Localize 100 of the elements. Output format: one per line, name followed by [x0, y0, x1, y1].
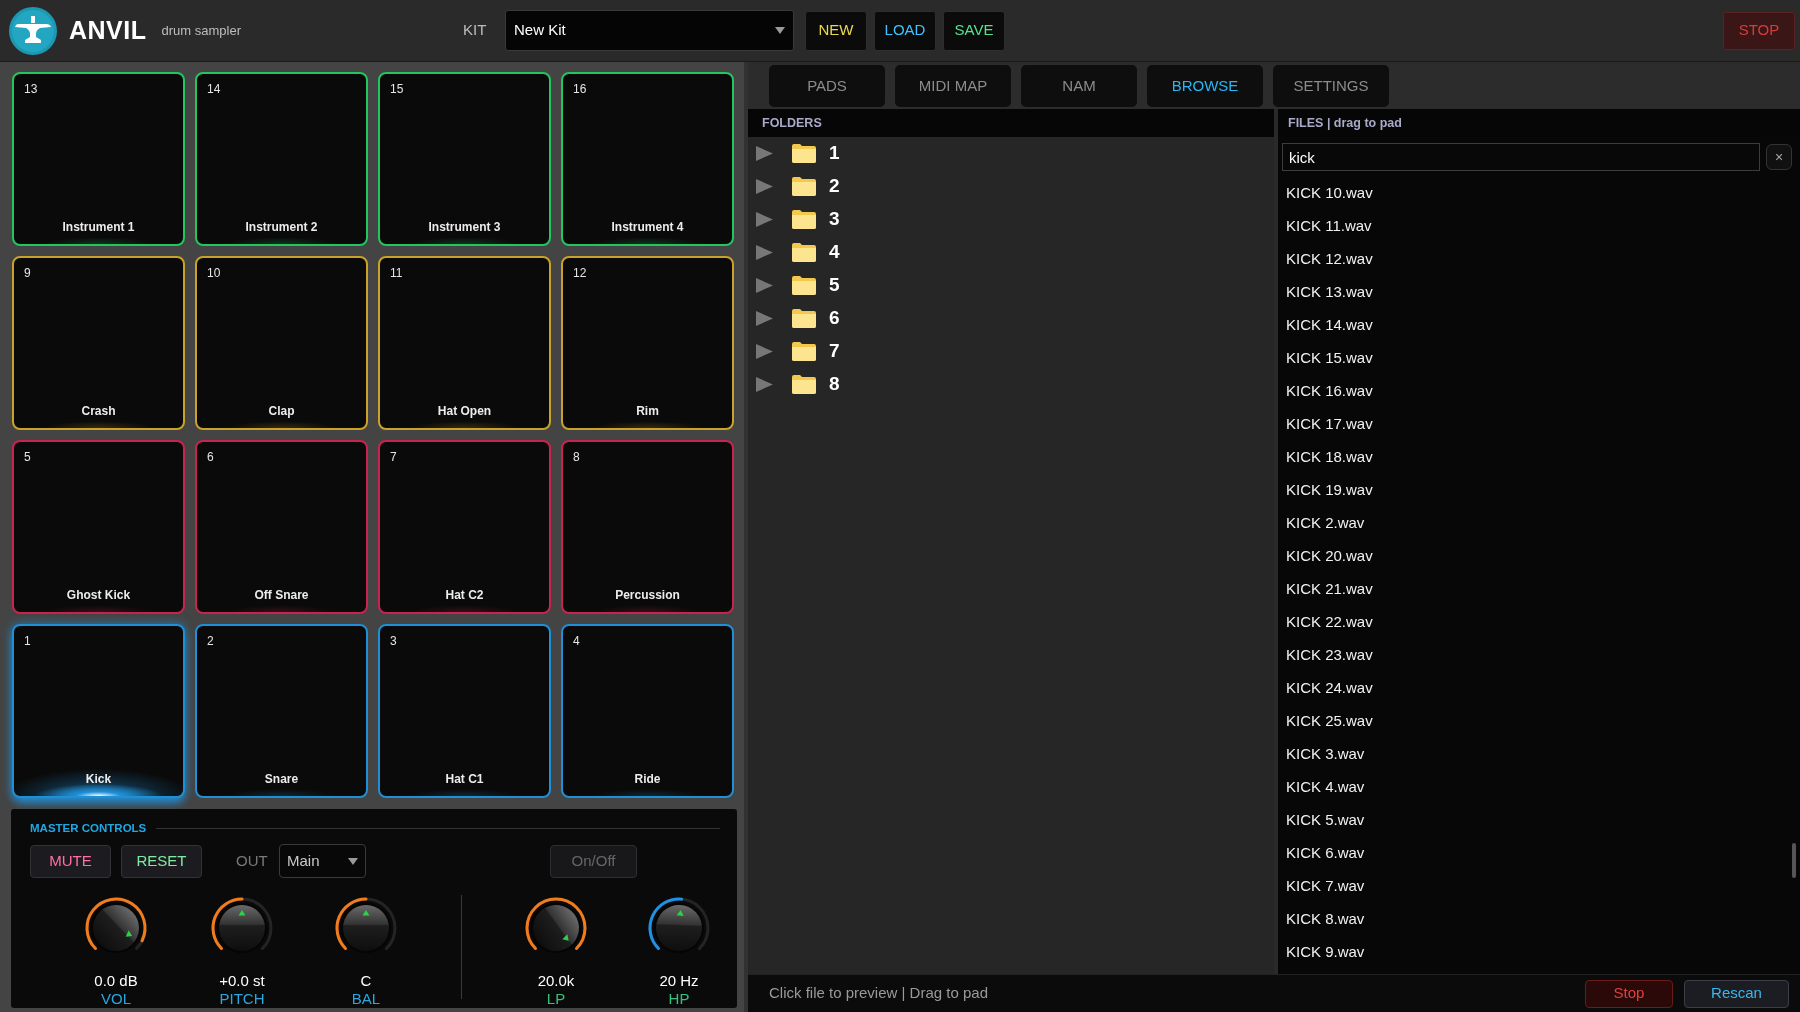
caret-icon[interactable]	[756, 344, 773, 359]
file-item[interactable]: KICK 18.wav	[1286, 446, 1373, 469]
file-item[interactable]: KICK 13.wav	[1286, 281, 1373, 304]
caret-icon[interactable]	[756, 311, 773, 326]
caret-icon[interactable]	[756, 179, 773, 194]
kit-select[interactable]: New Kit	[505, 10, 794, 51]
pad-label: Instrument 2	[245, 220, 318, 234]
drum-pad[interactable]: 14 Instrument 2	[195, 72, 368, 246]
drum-pad[interactable]: 11 Hat Open	[378, 256, 551, 430]
pad-label: Kick	[85, 772, 112, 786]
folder-name[interactable]: 6	[829, 304, 840, 333]
drum-pad[interactable]: 13 Instrument 1	[12, 72, 185, 246]
app-subtitle: drum sampler	[161, 21, 241, 40]
tab[interactable]: SETTINGS	[1273, 65, 1389, 107]
folder-icon	[792, 309, 816, 328]
knob-pointer[interactable]	[238, 910, 246, 916]
folder-name[interactable]: 3	[829, 205, 840, 234]
drum-pad[interactable]: 2 Snare	[195, 624, 368, 798]
knob-pointer[interactable]	[125, 930, 133, 937]
caret-icon	[348, 857, 358, 865]
file-item[interactable]: KICK 23.wav	[1286, 644, 1373, 667]
caret-icon[interactable]	[756, 146, 773, 161]
drum-pad[interactable]: 6 Off Snare	[195, 440, 368, 614]
pad-number: 10	[207, 266, 221, 280]
knob-pointer[interactable]	[562, 934, 569, 941]
file-item[interactable]: KICK 17.wav	[1286, 413, 1373, 436]
file-item[interactable]: KICK 8.wav	[1286, 908, 1365, 931]
tab[interactable]: PADS	[769, 65, 885, 107]
file-item[interactable]: KICK 2.wav	[1286, 512, 1365, 535]
scrollbar-thumb[interactable]	[1792, 843, 1796, 878]
stop-button[interactable]: Stop	[1585, 979, 1673, 1008]
file-item[interactable]: KICK 4.wav	[1286, 776, 1365, 799]
pad-label: Percussion	[615, 588, 680, 602]
caret-icon[interactable]	[756, 278, 773, 293]
pad-label: Hat Open	[437, 404, 492, 418]
drum-pad[interactable]: 12 Rim	[561, 256, 734, 430]
drum-pad[interactable]: 1 Kick	[12, 624, 185, 798]
mute-button[interactable]: MUTE	[30, 844, 111, 878]
pad-label: Rim	[636, 404, 659, 418]
caret-icon[interactable]	[756, 212, 773, 227]
file-item[interactable]: KICK 6.wav	[1286, 842, 1365, 865]
file-item[interactable]: KICK 12.wav	[1286, 248, 1373, 271]
folder-name[interactable]: 8	[829, 370, 840, 399]
pad-label: Clap	[268, 404, 295, 418]
folder-name[interactable]: 7	[829, 337, 840, 366]
file-item[interactable]: KICK 3.wav	[1286, 743, 1365, 766]
file-item[interactable]: KICK 7.wav	[1286, 875, 1365, 898]
knob-pointer[interactable]	[362, 910, 370, 916]
file-item[interactable]: KICK 20.wav	[1286, 545, 1373, 568]
pad-number: 7	[390, 450, 397, 464]
file-item[interactable]: KICK 22.wav	[1286, 611, 1373, 634]
caret-icon[interactable]	[756, 245, 773, 260]
pad-label: Ride	[634, 772, 661, 786]
save-button[interactable]: SAVE	[943, 10, 1005, 51]
drum-pad[interactable]: 5 Ghost Kick	[12, 440, 185, 614]
file-item[interactable]: KICK 19.wav	[1286, 479, 1373, 502]
drum-pad[interactable]: 16 Instrument 4	[561, 72, 734, 246]
pad-label: Instrument 1	[62, 220, 135, 234]
pad-label: Hat C1	[445, 772, 484, 786]
clear-button[interactable]: ×	[1766, 144, 1792, 170]
pad-number: 13	[24, 82, 38, 96]
rescan-button[interactable]: Rescan	[1684, 979, 1789, 1008]
tab[interactable]: NAM	[1021, 65, 1137, 107]
folder-icon	[792, 276, 816, 295]
search-field[interactable]: kick	[1282, 143, 1760, 171]
file-item[interactable]: KICK 5.wav	[1286, 809, 1365, 832]
folder-name[interactable]: 2	[829, 172, 840, 201]
file-item[interactable]: KICK 25.wav	[1286, 710, 1373, 733]
knob-pointer[interactable]	[676, 910, 684, 916]
pad-number: 15	[390, 82, 404, 96]
app-title: ANVIL	[69, 14, 147, 46]
load-button[interactable]: LOAD	[874, 10, 936, 51]
file-item[interactable]: KICK 14.wav	[1286, 314, 1373, 337]
drum-pad[interactable]: 9 Crash	[12, 256, 185, 430]
drum-pad[interactable]: 15 Instrument 3	[378, 72, 551, 246]
tab[interactable]: MIDI MAP	[895, 65, 1011, 107]
drum-pad[interactable]: 7 Hat C2	[378, 440, 551, 614]
reset-button[interactable]: RESET	[121, 844, 202, 878]
tab[interactable]: BROWSE	[1147, 65, 1263, 107]
folder-name[interactable]: 1	[829, 139, 840, 168]
folder-name[interactable]: 5	[829, 271, 840, 300]
folder-name[interactable]: 4	[829, 238, 840, 267]
new-button[interactable]: NEW	[805, 10, 867, 51]
file-item[interactable]: KICK 10.wav	[1286, 182, 1373, 205]
folder-icon	[792, 210, 816, 229]
drum-pad[interactable]: 10 Clap	[195, 256, 368, 430]
caret-icon[interactable]	[756, 377, 773, 392]
file-item[interactable]: KICK 21.wav	[1286, 578, 1373, 601]
output-select[interactable]: Main	[279, 844, 366, 878]
file-item[interactable]: KICK 16.wav	[1286, 380, 1373, 403]
file-item[interactable]: KICK 24.wav	[1286, 677, 1373, 700]
pad-label: Off Snare	[254, 588, 309, 602]
drum-pad[interactable]: 3 Hat C1	[378, 624, 551, 798]
file-item[interactable]: KICK 9.wav	[1286, 941, 1365, 964]
file-item[interactable]: KICK 15.wav	[1286, 347, 1373, 370]
file-item[interactable]: KICK 11.wav	[1286, 215, 1372, 238]
drum-pad[interactable]: 8 Percussion	[561, 440, 734, 614]
drum-pad[interactable]: 4 Ride	[561, 624, 734, 798]
pad-number: 11	[390, 266, 403, 280]
folder-icon	[792, 144, 816, 163]
